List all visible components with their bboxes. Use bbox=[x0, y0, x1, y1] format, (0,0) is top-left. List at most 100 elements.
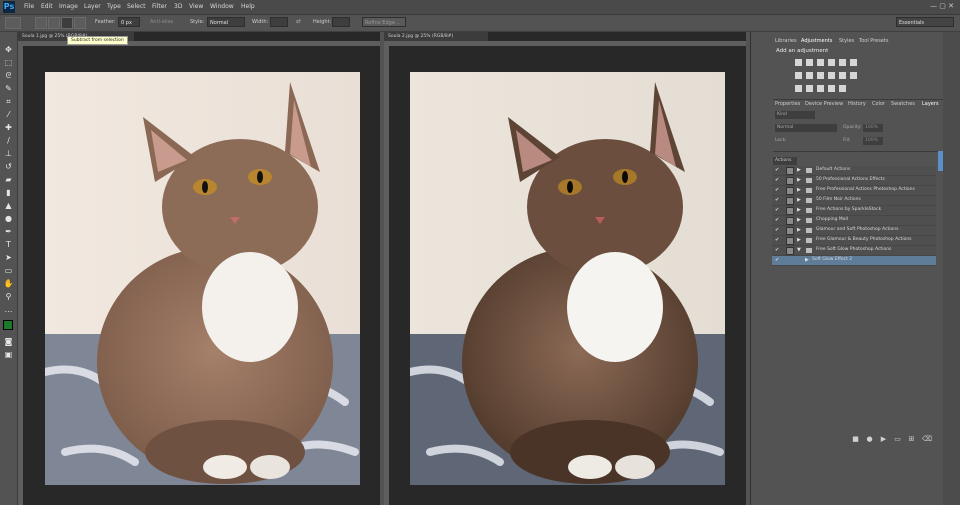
type-tool-icon[interactable]: T bbox=[3, 239, 14, 250]
width-input[interactable] bbox=[270, 17, 288, 27]
eraser-tool-icon[interactable]: ▰ bbox=[3, 174, 14, 185]
menu-type[interactable]: Type bbox=[107, 3, 121, 10]
screen-mode-icon[interactable]: ▣ bbox=[3, 349, 14, 360]
gradient-map-icon[interactable] bbox=[850, 59, 857, 66]
selective-color-icon[interactable] bbox=[839, 85, 846, 92]
menu-select[interactable]: Select bbox=[127, 3, 146, 10]
history-brush-tool-icon[interactable]: ↺ bbox=[3, 161, 14, 172]
menu-3d[interactable]: 3D bbox=[174, 3, 182, 10]
move-tool-icon[interactable]: ✥ bbox=[3, 44, 14, 55]
workspace-select[interactable]: Essentials bbox=[896, 17, 954, 27]
marquee-tool-preset-icon[interactable] bbox=[5, 17, 21, 29]
threshold-icon[interactable] bbox=[817, 85, 824, 92]
height-input[interactable] bbox=[332, 17, 350, 27]
gradient-map-2-icon[interactable] bbox=[828, 85, 835, 92]
invert-icon[interactable] bbox=[795, 85, 802, 92]
window-controls[interactable]: — ▢ ✕ bbox=[930, 2, 954, 10]
crop-tool-icon[interactable]: ⌗ bbox=[3, 96, 14, 107]
tab-libraries[interactable]: Libraries bbox=[775, 38, 797, 44]
stamp-tool-icon[interactable]: ⊥ bbox=[3, 148, 14, 159]
feather-input[interactable]: 0 px bbox=[118, 17, 140, 27]
record-icon[interactable]: ● bbox=[866, 436, 873, 443]
tab-color[interactable]: Color bbox=[872, 101, 885, 107]
color-lookup-icon[interactable] bbox=[850, 72, 857, 79]
dodge-tool-icon[interactable]: ● bbox=[3, 213, 14, 224]
trash-icon[interactable]: ⌫ bbox=[922, 436, 932, 443]
curves-icon[interactable] bbox=[817, 59, 824, 66]
tab-tool-presets[interactable]: Tool Presets bbox=[859, 38, 889, 44]
intersect-selection-icon[interactable] bbox=[74, 17, 86, 29]
menu-layer[interactable]: Layer bbox=[84, 3, 101, 10]
list-item[interactable]: ✔ ▶ Default Actions bbox=[772, 166, 936, 176]
document-canvas-1[interactable] bbox=[45, 72, 360, 485]
new-set-icon[interactable]: ▭ bbox=[894, 436, 901, 443]
zoom-tool-icon[interactable]: ⚲ bbox=[3, 291, 14, 302]
lasso-tool-icon[interactable]: ᘓ bbox=[3, 70, 14, 81]
opacity-input[interactable]: 100% bbox=[863, 124, 883, 132]
vibrance-icon[interactable] bbox=[839, 59, 846, 66]
tab-styles[interactable]: Styles bbox=[839, 38, 854, 44]
list-item[interactable]: ✔ ▶ Free Actions by SparkleStock bbox=[772, 206, 936, 216]
tab-adjustments[interactable]: Adjustments bbox=[801, 38, 833, 44]
tab-properties[interactable]: Properties bbox=[775, 101, 800, 107]
black-white-icon[interactable] bbox=[817, 72, 824, 79]
healing-tool-icon[interactable]: ✚ bbox=[3, 122, 14, 133]
list-item[interactable]: ✔ ▶ Free Professional Actions Photoshop Ac… bbox=[772, 186, 936, 196]
menu-view[interactable]: View bbox=[189, 3, 203, 10]
eyedropper-tool-icon[interactable]: ⁄ bbox=[3, 109, 14, 120]
menu-filter[interactable]: Filter bbox=[152, 3, 167, 10]
layer-kind-filter[interactable]: Kind bbox=[775, 111, 815, 119]
menu-image[interactable]: Image bbox=[59, 3, 78, 10]
menu-help[interactable]: Help bbox=[241, 3, 255, 10]
tab-history[interactable]: History bbox=[848, 101, 866, 107]
tab-swatches[interactable]: Swatches bbox=[891, 101, 915, 107]
photo-filter-icon[interactable] bbox=[828, 72, 835, 79]
list-item-selected[interactable]: ✔ ▶ Soft Glow Effect 2 bbox=[772, 256, 936, 266]
quick-select-tool-icon[interactable]: ✎ bbox=[3, 83, 14, 94]
brush-tool-icon[interactable]: / bbox=[3, 135, 14, 146]
quick-mask-icon[interactable]: ◙ bbox=[3, 336, 14, 347]
play-icon[interactable]: ▶ bbox=[880, 436, 887, 443]
style-select[interactable]: Normal bbox=[207, 17, 245, 27]
add-to-selection-icon[interactable] bbox=[48, 17, 60, 29]
blend-mode-select[interactable]: Normal bbox=[775, 124, 837, 132]
list-item[interactable]: ✔ ▶ 50 Professional Actions Effects bbox=[772, 176, 936, 186]
posterize-icon[interactable] bbox=[806, 85, 813, 92]
hand-tool-icon[interactable]: ✋ bbox=[3, 278, 14, 289]
list-item[interactable]: ✔ ▶ Free Glamour & Beauty Photoshop Action… bbox=[772, 236, 936, 246]
document-canvas-2[interactable] bbox=[410, 72, 725, 485]
marquee-tool-icon[interactable]: ⬚ bbox=[3, 57, 14, 68]
gradient-tool-icon[interactable]: ▮ bbox=[3, 187, 14, 198]
shape-tool-icon[interactable]: ▭ bbox=[3, 265, 14, 276]
antialias-checkbox[interactable]: Anti-alias bbox=[150, 19, 173, 25]
pen-tool-icon[interactable]: ✒ bbox=[3, 226, 14, 237]
color-balance-icon[interactable] bbox=[806, 72, 813, 79]
subtract-from-selection-icon[interactable] bbox=[61, 17, 73, 29]
exposure-icon[interactable] bbox=[828, 59, 835, 66]
list-item[interactable]: ✔ ▶ Glamour and Soft Photoshop Actions bbox=[772, 226, 936, 236]
channel-mixer-icon[interactable] bbox=[839, 72, 846, 79]
swap-icon[interactable]: ⇄ bbox=[296, 18, 301, 25]
actions-dropdown[interactable]: Actions bbox=[773, 157, 797, 165]
menu-file[interactable]: File bbox=[24, 3, 34, 10]
refine-edge-button[interactable]: Refine Edge... bbox=[362, 17, 406, 27]
more-tools-icon[interactable]: … bbox=[3, 304, 14, 315]
foreground-color-swatch[interactable] bbox=[3, 320, 13, 330]
brightness-icon[interactable] bbox=[795, 59, 802, 66]
blur-tool-icon[interactable]: ▲ bbox=[3, 200, 14, 211]
menu-edit[interactable]: Edit bbox=[41, 3, 53, 10]
stop-icon[interactable]: ■ bbox=[852, 436, 859, 443]
new-action-icon[interactable]: ⊞ bbox=[908, 436, 915, 443]
levels-icon[interactable] bbox=[806, 59, 813, 66]
new-selection-icon[interactable] bbox=[35, 17, 47, 29]
list-item[interactable]: ✔ ▶ 50 Film Noir Actions bbox=[772, 196, 936, 206]
tab-device-preview[interactable]: Device Preview bbox=[805, 101, 843, 107]
list-item[interactable]: ✔ ▼ Free Soft Glow Photoshop Actions bbox=[772, 246, 936, 256]
document-tab-2[interactable]: Soula 2.jpg @ 25% (RGB/8#) bbox=[384, 32, 488, 41]
path-select-tool-icon[interactable]: ➤ bbox=[3, 252, 14, 263]
list-item[interactable]: ✔ ▶ Chopping Mall bbox=[772, 216, 936, 226]
menu-window[interactable]: Window bbox=[210, 3, 234, 10]
hue-saturation-icon[interactable] bbox=[795, 72, 802, 79]
tab-layers[interactable]: Layers bbox=[922, 101, 939, 107]
fill-input[interactable]: 100% bbox=[863, 137, 883, 145]
